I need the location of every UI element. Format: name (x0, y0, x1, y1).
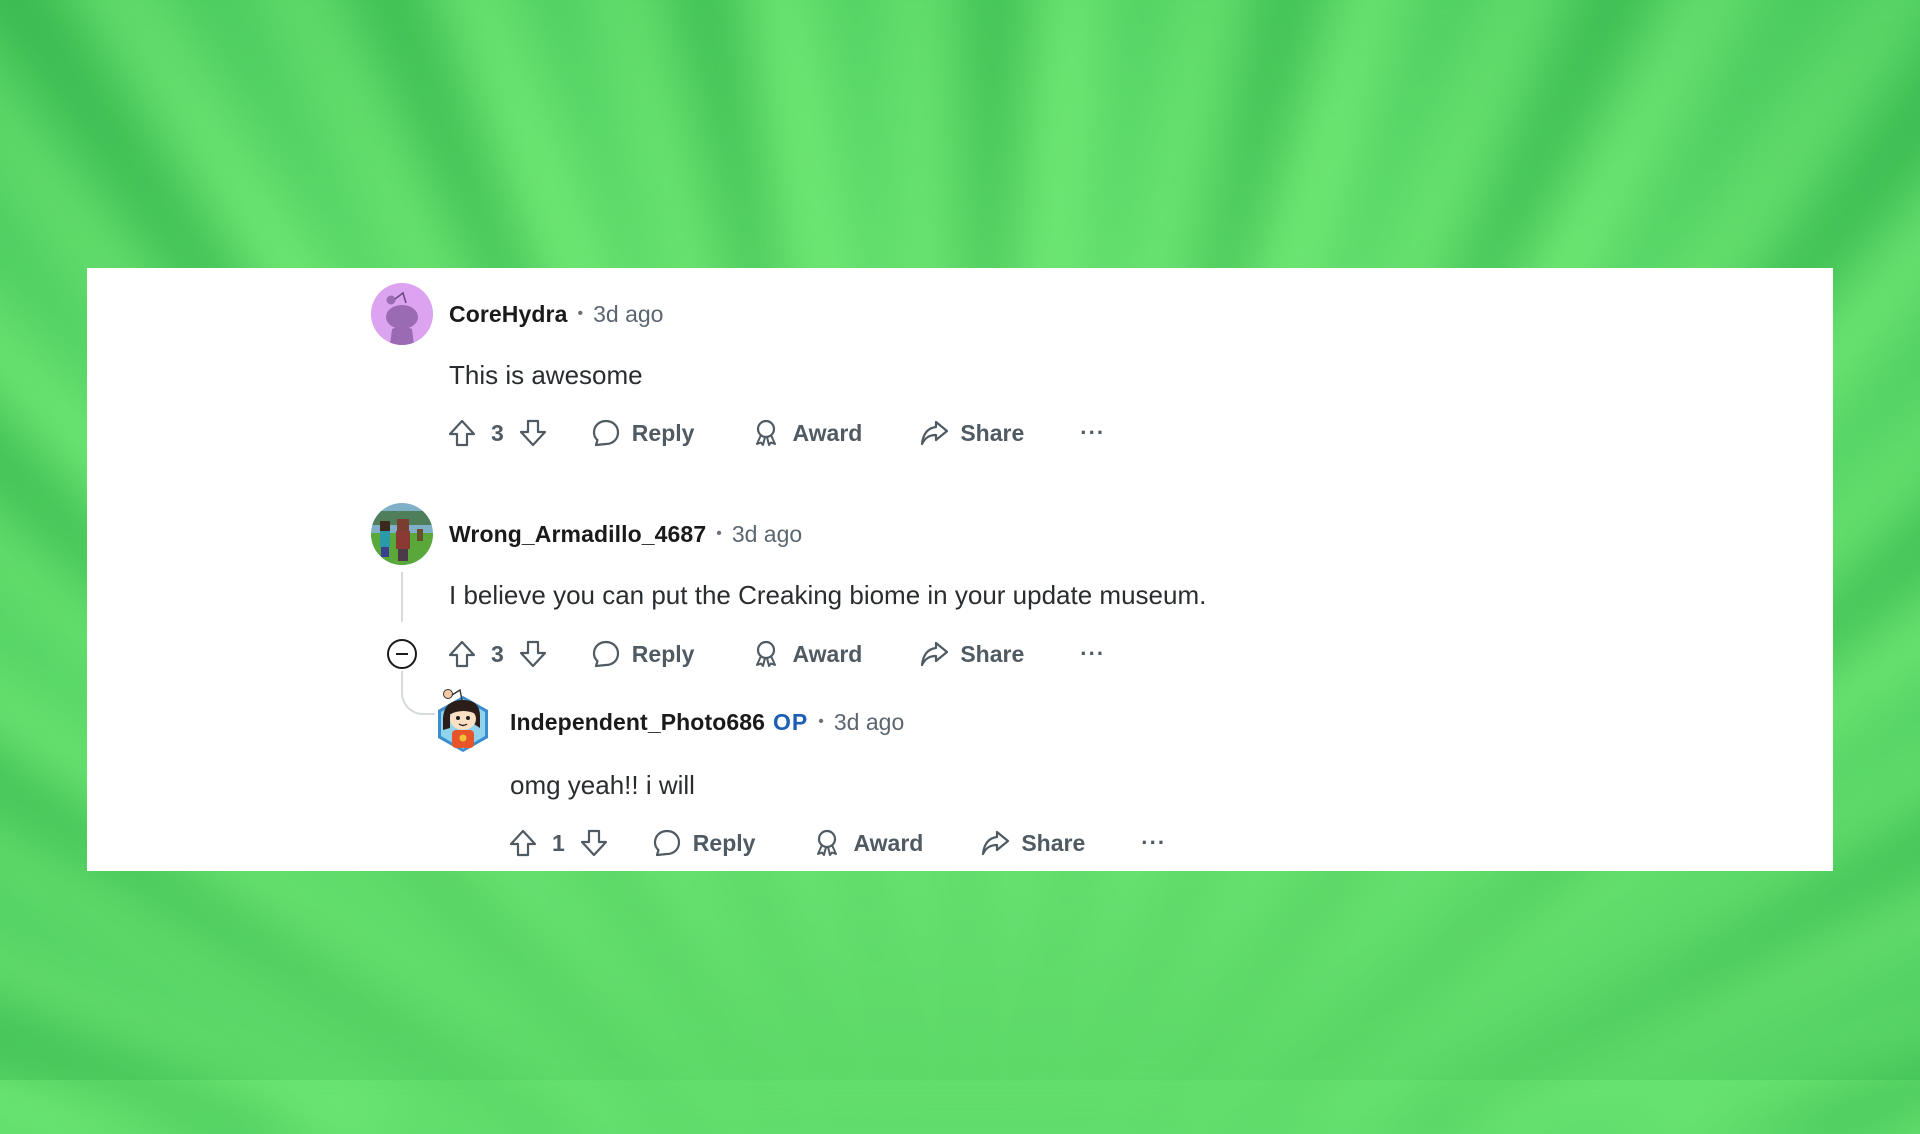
more-options-button[interactable]: ··· (1080, 641, 1105, 667)
comment-body: omg yeah!! i will (510, 770, 695, 800)
vote-count: 3 (491, 419, 504, 446)
upvote-button[interactable] (445, 416, 479, 450)
username[interactable]: Wrong_Armadillo_4687 (449, 519, 706, 549)
award-ribbon-icon (756, 640, 777, 667)
timestamp[interactable]: 3d ago (593, 299, 663, 329)
award-ribbon-icon (756, 419, 777, 446)
comment-body: I believe you can put the Creaking biome… (449, 580, 1207, 610)
comment-header: CoreHydra • 3d ago (449, 299, 663, 329)
comment-bubble-icon (653, 829, 680, 857)
share-label: Share (960, 419, 1025, 446)
comment-thread-card: CoreHydra • 3d ago This is awesome 3 Rep… (87, 268, 1833, 871)
reply-connector-line (401, 671, 435, 715)
reply-label: Reply (692, 829, 756, 856)
reply-button[interactable]: Reply (651, 827, 756, 859)
share-button[interactable]: Share (918, 638, 1024, 670)
share-label: Share (960, 640, 1025, 667)
comment-body: This is awesome (449, 360, 643, 390)
upvote-button[interactable] (445, 637, 479, 671)
award-label: Award (792, 640, 863, 667)
comment-header: Independent_Photo686 OP • 3d ago (510, 707, 904, 737)
downvote-arrow-icon (519, 419, 546, 447)
reply-button[interactable]: Reply (590, 417, 695, 449)
vote-count: 3 (491, 640, 504, 667)
downvote-arrow-icon (580, 829, 607, 857)
award-label: Award (853, 829, 924, 856)
comment-actions: 3 Reply Award Share ··· (445, 413, 1105, 453)
award-label: Award (792, 419, 863, 446)
thread-line (401, 572, 403, 622)
upvote-arrow-icon (509, 829, 537, 857)
timestamp[interactable]: 3d ago (732, 519, 802, 549)
share-label: Share (1021, 829, 1086, 856)
comment-header: Wrong_Armadillo_4687 • 3d ago (449, 519, 802, 549)
downvote-arrow-icon (519, 640, 546, 668)
share-arrow-icon (921, 641, 949, 667)
comment-actions: 1 Reply Award Share ··· (506, 823, 1166, 863)
op-badge: OP (773, 709, 809, 735)
vote-count: 1 (552, 829, 565, 856)
username[interactable]: Independent_Photo686 (510, 707, 765, 737)
comment-bubble-icon (592, 419, 619, 447)
minecraft-scene-avatar-icon (371, 503, 433, 565)
reply-label: Reply (631, 640, 695, 667)
more-options-button[interactable]: ··· (1141, 830, 1166, 856)
avatar[interactable] (371, 283, 433, 345)
reply-label: Reply (631, 419, 695, 446)
upvote-arrow-icon (448, 640, 476, 668)
upvote-button[interactable] (506, 826, 540, 860)
upvote-arrow-icon (448, 419, 476, 447)
downvote-button[interactable] (516, 637, 550, 671)
username[interactable]: CoreHydra (449, 299, 568, 329)
separator-dot: • (577, 305, 584, 322)
share-arrow-icon (982, 830, 1010, 856)
timestamp[interactable]: 3d ago (834, 707, 904, 737)
snoo-custom-avatar-icon (438, 688, 488, 752)
comment-actions: 3 Reply Award Share ··· (445, 634, 1105, 674)
separator-dot: • (818, 713, 824, 730)
reply-button[interactable]: Reply (590, 638, 695, 670)
award-ribbon-icon (817, 829, 838, 856)
award-button[interactable]: Award (750, 638, 862, 670)
share-button[interactable]: Share (918, 417, 1024, 449)
comment-bubble-icon (592, 640, 619, 668)
more-options-button[interactable]: ··· (1080, 420, 1105, 446)
award-button[interactable]: Award (750, 417, 862, 449)
award-button[interactable]: Award (811, 827, 923, 859)
collapse-thread-icon[interactable] (387, 639, 417, 669)
downvote-button[interactable] (577, 826, 611, 860)
snoo-default-avatar-icon (371, 283, 433, 345)
downvote-button[interactable] (516, 416, 550, 450)
avatar[interactable] (371, 503, 433, 565)
separator-dot: • (716, 525, 722, 542)
share-button[interactable]: Share (979, 827, 1085, 859)
avatar[interactable] (434, 688, 492, 754)
share-arrow-icon (921, 420, 949, 446)
